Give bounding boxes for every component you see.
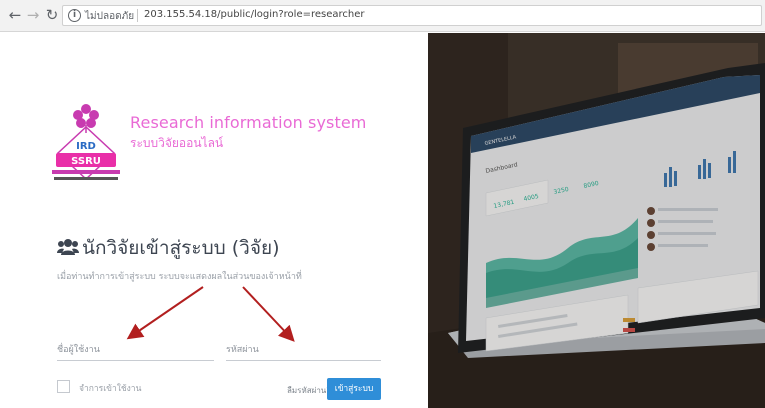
reload-icon[interactable]: ↻ [43, 6, 61, 24]
logo-icon: IRD SSRU [52, 104, 120, 181]
browser-toolbar: ← → ↻ i ไม่ปลอดภัย 203.155.54.18/public/… [0, 0, 765, 32]
users-icon [57, 239, 79, 255]
remember-label: จำการเข้าใช้งาน [79, 384, 142, 394]
login-button[interactable]: เข้าสู่ระบบ [327, 378, 381, 400]
laptop-illustration: GENTELELLA Dashboard 13,781 4005 3250 80… [428, 33, 765, 408]
login-subtitle: เมื่อท่านทำการเข้าสู่ระบบ ระบบจะแสดงผลใน… [57, 272, 302, 282]
hero-image: GENTELELLA Dashboard 13,781 4005 3250 80… [428, 33, 765, 408]
arrow-to-username [126, 286, 204, 340]
password-input[interactable] [226, 339, 381, 361]
svg-text:SSRU: SSRU [71, 156, 101, 167]
login-panel: IRD SSRU Research information system ระบ… [0, 33, 428, 408]
username-input[interactable] [57, 339, 214, 361]
info-icon[interactable]: i [68, 9, 81, 22]
back-icon[interactable]: ← [6, 6, 24, 24]
arrow-to-password [242, 286, 295, 342]
svg-text:IRD: IRD [76, 141, 96, 152]
password-field[interactable] [226, 337, 381, 361]
brand-name: Research information system [130, 113, 367, 132]
url-divider [137, 9, 138, 22]
security-label[interactable]: ไม่ปลอดภัย [85, 9, 134, 24]
remember-checkbox[interactable] [57, 380, 70, 393]
forward-icon[interactable]: → [24, 6, 42, 24]
username-field[interactable] [57, 337, 214, 361]
page-title: นักวิจัยเข้าสู่ระบบ (วิจัย) [82, 237, 280, 259]
url-text[interactable]: 203.155.54.18/public/login?role=research… [144, 9, 365, 20]
address-bar[interactable]: i ไม่ปลอดภัย 203.155.54.18/public/login?… [62, 5, 762, 26]
forgot-password-link[interactable]: ลืมรหัสผ่าน? [287, 384, 331, 397]
brand-name-thai: ระบบวิจัยออนไลน์ [130, 136, 224, 150]
